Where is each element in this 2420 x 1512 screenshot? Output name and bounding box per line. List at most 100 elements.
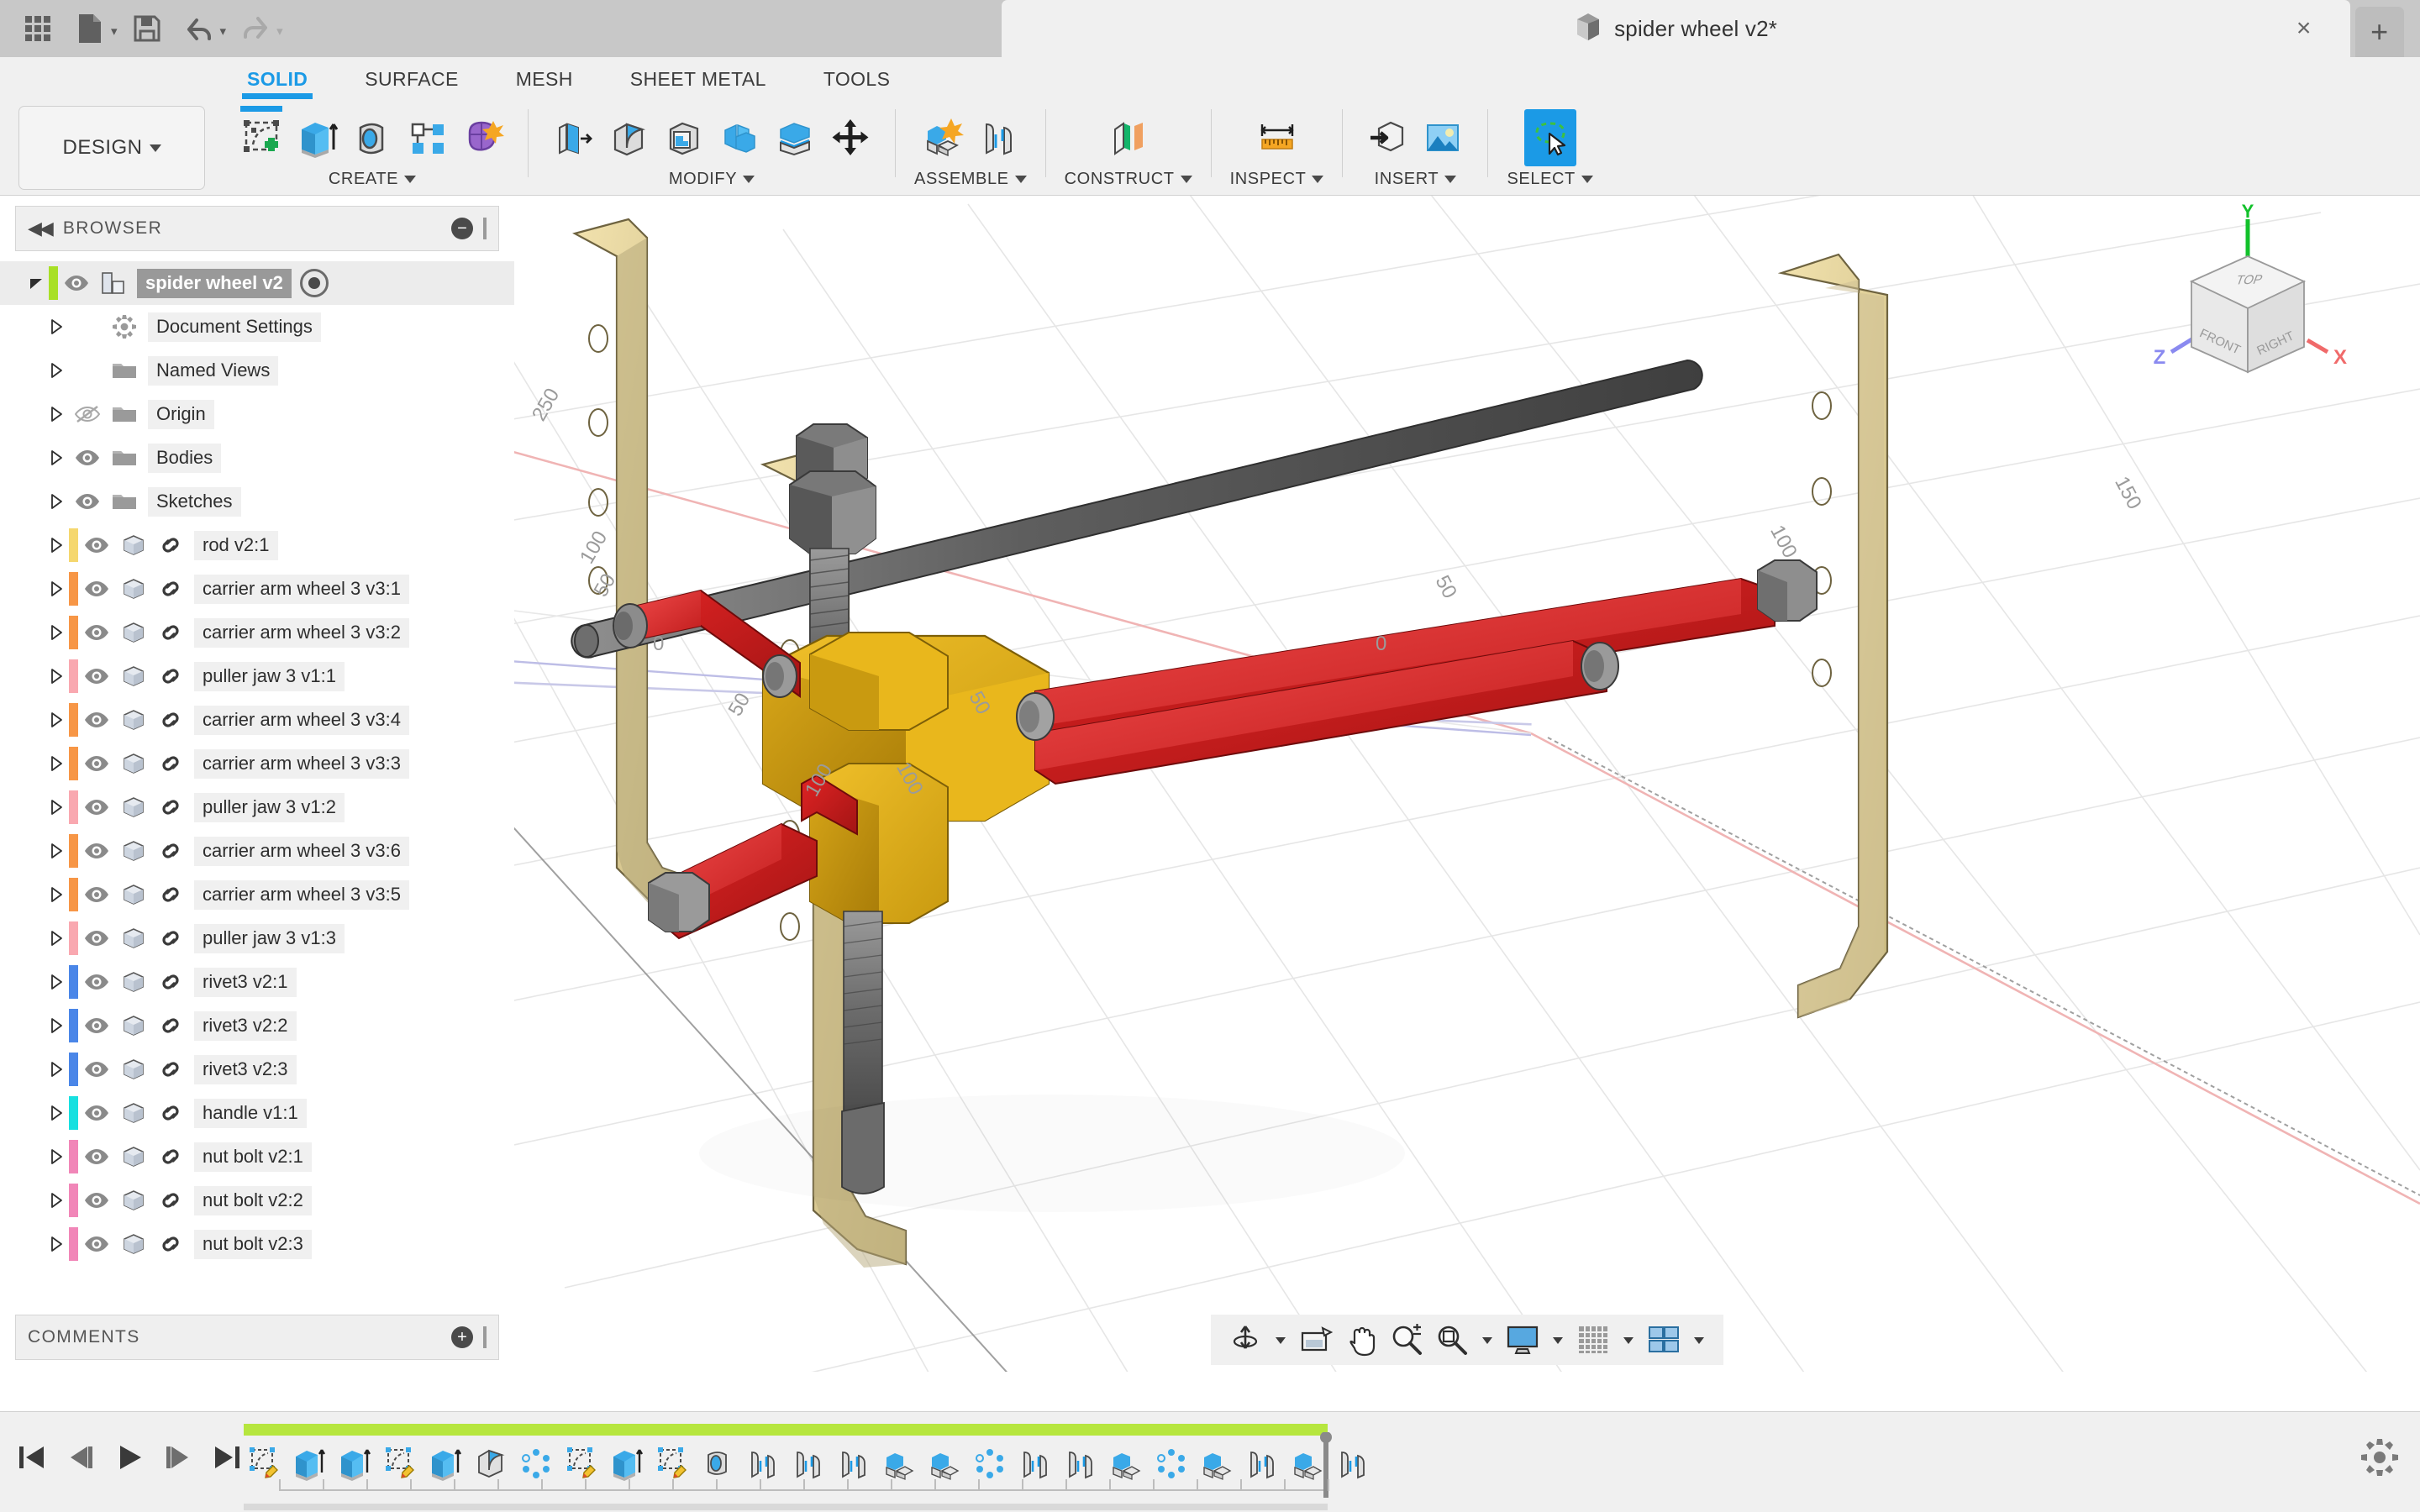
undo-group[interactable]: ▾	[176, 6, 226, 51]
tab-mesh[interactable]: MESH	[487, 57, 602, 101]
play-icon[interactable]	[106, 1434, 153, 1481]
joint-feature-icon[interactable]	[834, 1443, 874, 1483]
timeline-end-marker[interactable]	[1319, 1431, 1332, 1498]
extrude-feature-icon[interactable]	[607, 1443, 647, 1483]
visibility-toggle-icon[interactable]	[78, 1191, 115, 1210]
visibility-toggle-icon[interactable]	[78, 1060, 115, 1079]
undo-icon[interactable]	[176, 6, 222, 51]
redo-icon[interactable]	[233, 6, 278, 51]
tab-surface[interactable]: SURFACE	[336, 57, 487, 101]
collapse-panel-icon[interactable]: ◀◀	[28, 218, 54, 239]
pattern-feature-icon[interactable]	[970, 1443, 1010, 1483]
create-form-icon[interactable]	[457, 109, 509, 166]
browser-component-node[interactable]: handle v1:1	[0, 1091, 514, 1135]
joint-feature-icon[interactable]	[788, 1443, 829, 1483]
expand-collapse-icon[interactable]	[44, 1104, 69, 1122]
expand-collapse-icon[interactable]	[44, 623, 69, 642]
expand-collapse-icon[interactable]	[44, 885, 69, 904]
minimize-icon[interactable]: −	[451, 218, 473, 239]
grid-snaps-icon[interactable]	[1572, 1319, 1614, 1361]
timeline-track[interactable]	[244, 1424, 2311, 1504]
extrude-feature-icon[interactable]	[334, 1443, 375, 1483]
move-copy-icon[interactable]	[824, 109, 876, 166]
visibility-toggle-icon[interactable]	[78, 1104, 115, 1122]
expand-collapse-icon[interactable]	[44, 580, 69, 598]
browser-component-node[interactable]: rod v2:1	[0, 523, 514, 567]
step-back-icon[interactable]	[57, 1434, 104, 1481]
visibility-toggle-icon[interactable]	[78, 1147, 115, 1166]
visibility-toggle-icon[interactable]	[78, 973, 115, 991]
go-to-beginning-icon[interactable]	[8, 1434, 55, 1481]
view-cube[interactable]: Y Z X TOP FRONT RIGHT	[2134, 201, 2361, 397]
visibility-toggle-icon[interactable]	[78, 929, 115, 948]
viewports-icon[interactable]	[1643, 1319, 1685, 1361]
modify-chevron-down-icon[interactable]	[743, 175, 755, 183]
joint-feature-icon[interactable]	[1242, 1443, 1282, 1483]
browser-component-node[interactable]: puller jaw 3 v1:1	[0, 654, 514, 698]
browser-component-node[interactable]: carrier arm wheel 3 v3:2	[0, 611, 514, 654]
pattern-feature-icon[interactable]	[1151, 1443, 1192, 1483]
browser-component-node[interactable]: carrier arm wheel 3 v3:5	[0, 873, 514, 916]
joint-feature-icon[interactable]	[1015, 1443, 1055, 1483]
shell-icon[interactable]	[658, 109, 710, 166]
visibility-toggle-icon[interactable]	[78, 623, 115, 642]
zoom-icon[interactable]	[1386, 1319, 1428, 1361]
external-link-icon[interactable]	[154, 622, 187, 643]
comments-panel[interactable]: COMMENTS +	[15, 1315, 499, 1360]
expand-collapse-icon[interactable]	[44, 1147, 69, 1166]
external-link-icon[interactable]	[154, 578, 187, 600]
browser-folder-named-views[interactable]: Named Views	[0, 349, 514, 392]
close-icon[interactable]: ×	[2288, 13, 2320, 45]
browser-component-node[interactable]: carrier arm wheel 3 v3:1	[0, 567, 514, 611]
component-feature-icon[interactable]	[879, 1443, 919, 1483]
sketch-feature-icon[interactable]	[561, 1443, 602, 1483]
save-icon[interactable]	[124, 6, 170, 51]
expand-collapse-icon[interactable]	[44, 1191, 69, 1210]
extrude-icon[interactable]	[291, 109, 343, 166]
construct-chevron-down-icon[interactable]	[1180, 175, 1192, 183]
expand-collapse-icon[interactable]	[44, 405, 69, 423]
sketch-feature-icon[interactable]	[244, 1443, 284, 1483]
visibility-toggle-icon[interactable]	[69, 449, 106, 467]
tab-tools[interactable]: TOOLS	[795, 57, 919, 101]
visibility-toggle-icon[interactable]	[78, 754, 115, 773]
fillet-feature-icon[interactable]	[471, 1443, 511, 1483]
app-grid-icon[interactable]	[15, 6, 60, 51]
select-lasso-icon[interactable]	[1523, 109, 1576, 166]
browser-component-node[interactable]: puller jaw 3 v1:3	[0, 916, 514, 960]
rectangular-pattern-icon[interactable]	[402, 109, 454, 166]
browser-component-node[interactable]: puller jaw 3 v1:2	[0, 785, 514, 829]
workspace-switcher[interactable]: DESIGN	[18, 106, 205, 190]
browser-component-node[interactable]: carrier arm wheel 3 v3:4	[0, 698, 514, 742]
browser-folder-sketches[interactable]: Sketches	[0, 480, 514, 523]
expand-collapse-icon[interactable]	[24, 274, 49, 292]
fit-icon-chevron-down-icon[interactable]	[1476, 1319, 1498, 1361]
fit-icon[interactable]	[1431, 1319, 1473, 1361]
extrude-feature-icon[interactable]	[425, 1443, 466, 1483]
browser-component-node[interactable]: nut bolt v2:2	[0, 1179, 514, 1222]
revolve-icon[interactable]	[346, 109, 398, 166]
insert-canvas-icon[interactable]	[1417, 109, 1469, 166]
visibility-toggle-icon[interactable]	[78, 1235, 115, 1253]
visibility-toggle-icon[interactable]	[78, 1016, 115, 1035]
browser-component-node[interactable]: nut bolt v2:1	[0, 1135, 514, 1179]
sketch-feature-icon[interactable]	[652, 1443, 692, 1483]
external-link-icon[interactable]	[154, 709, 187, 731]
new-tab-button[interactable]: +	[2354, 7, 2404, 57]
expand-collapse-icon[interactable]	[44, 318, 69, 336]
timeline-scrollbar[interactable]	[244, 1504, 1328, 1510]
file-menu-group[interactable]: ▾	[67, 6, 118, 51]
expand-collapse-icon[interactable]	[44, 449, 69, 467]
visibility-toggle-icon[interactable]	[69, 405, 106, 423]
browser-folder-bodies[interactable]: Bodies	[0, 436, 514, 480]
panel-title-create[interactable]: CREATE	[329, 166, 417, 192]
expand-collapse-icon[interactable]	[44, 492, 69, 511]
component-feature-icon[interactable]	[1197, 1443, 1237, 1483]
tab-solid[interactable]: SOLID	[218, 57, 336, 101]
external-link-icon[interactable]	[154, 927, 187, 949]
external-link-icon[interactable]	[154, 884, 187, 906]
panel-title-inspect[interactable]: INSPECT	[1230, 166, 1324, 192]
joint-feature-icon[interactable]	[743, 1443, 783, 1483]
redo-group[interactable]: ▾	[233, 6, 283, 51]
viewport-3d[interactable]: 2502001501005001005005010050100 Y Z X TO…	[514, 196, 2420, 1372]
